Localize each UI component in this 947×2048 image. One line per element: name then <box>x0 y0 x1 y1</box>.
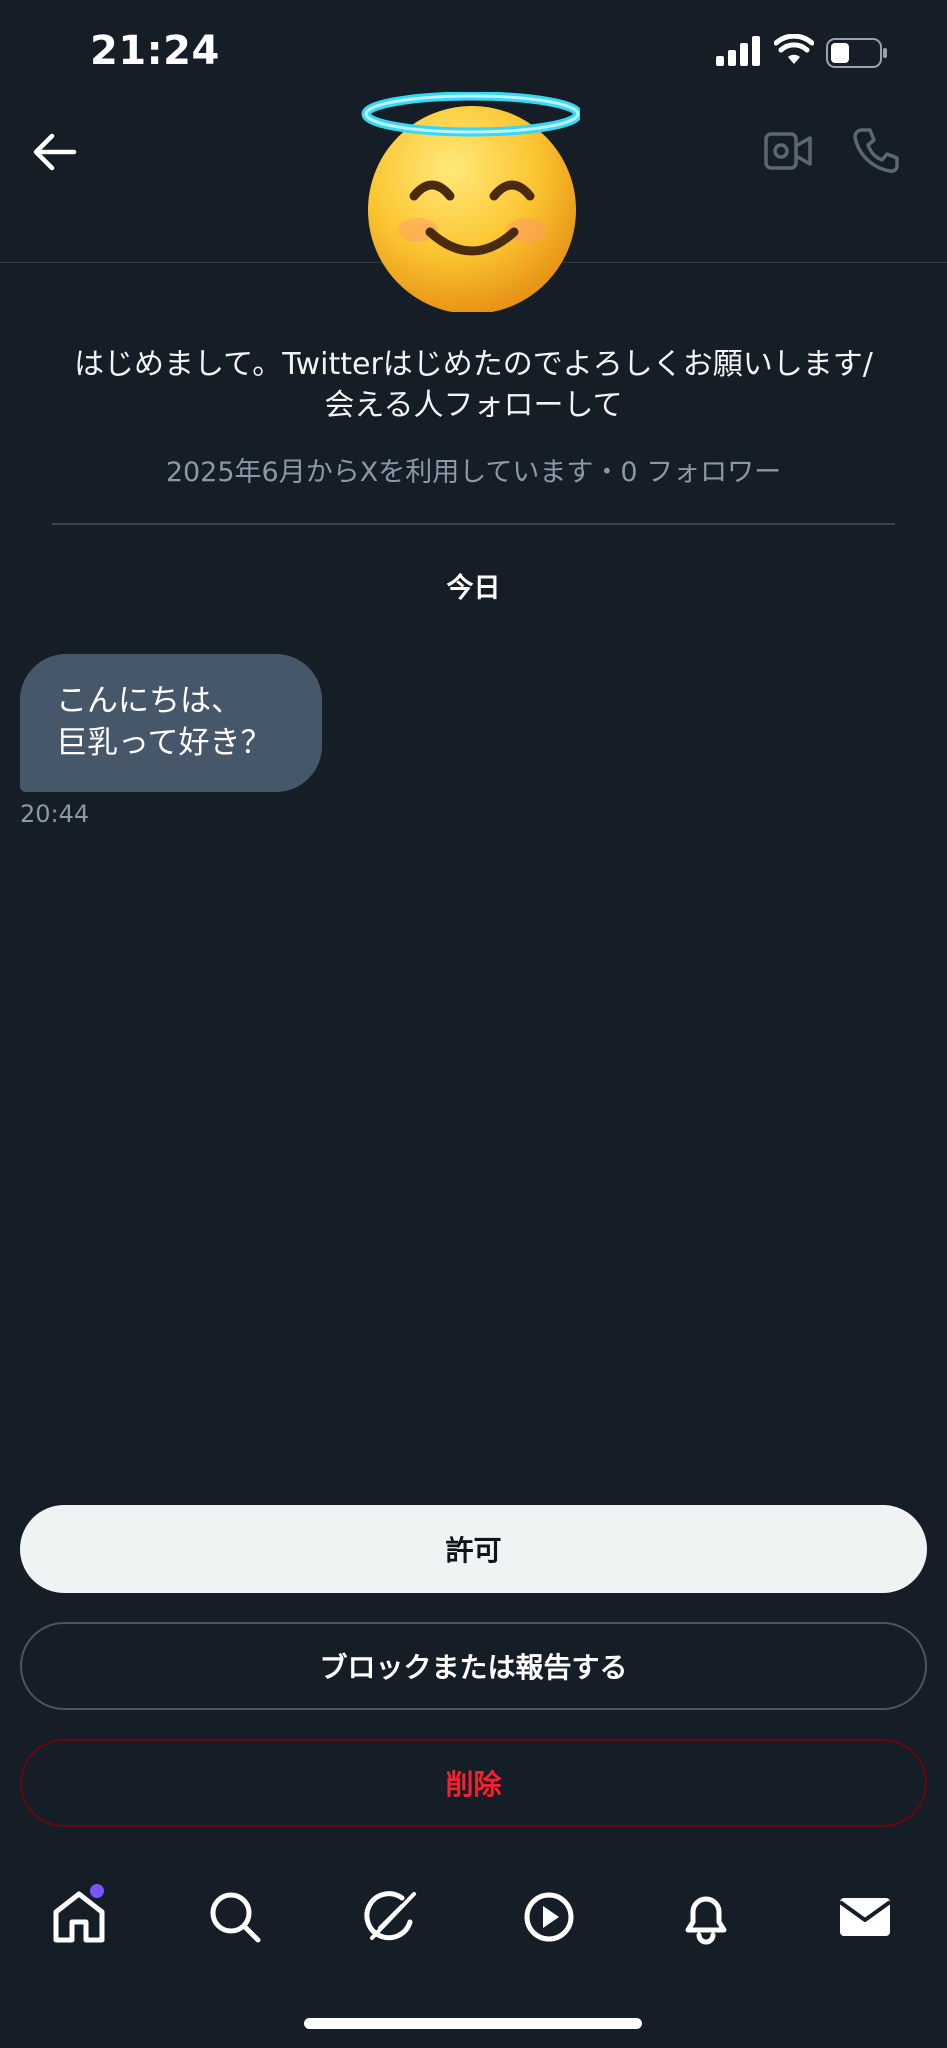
date-separator: 今日 <box>446 573 501 604</box>
delete-button[interactable]: 削除 <box>20 1739 927 1827</box>
messages-envelope-icon[interactable] <box>836 1888 894 1946</box>
avatar[interactable] <box>360 92 580 312</box>
phone-call-button[interactable] <box>852 126 900 174</box>
cellular-signal-icon <box>716 36 760 66</box>
block-or-report-button[interactable]: ブロックまたは報告する <box>20 1622 927 1710</box>
message-text: こんにちは、 巨乳って好き？ <box>56 683 272 761</box>
battery-icon <box>826 38 887 68</box>
home-indicator <box>304 2018 642 2029</box>
video-play-icon[interactable] <box>520 1888 578 1946</box>
notifications-bell-icon[interactable] <box>677 1888 735 1946</box>
wifi-icon <box>774 34 814 64</box>
status-time: 21:24 <box>90 28 220 74</box>
grok-icon[interactable] <box>362 1888 420 1946</box>
profile-divider <box>52 523 895 525</box>
message-bubble[interactable]: こんにちは、 巨乳って好き？ <box>20 654 322 792</box>
allow-button[interactable]: 許可 <box>20 1505 927 1593</box>
profile-joined-info: 2025年6月からXを利用しています・0 フォロワー <box>165 457 782 488</box>
search-icon[interactable] <box>206 1888 264 1946</box>
home-notification-dot <box>90 1884 104 1898</box>
profile-bio: はじめまして。Twitterはじめたのでよろしくお願いします/会える人フォローし… <box>74 347 873 423</box>
video-call-button[interactable] <box>764 128 812 174</box>
message-timestamp: 20:44 <box>20 800 90 828</box>
back-button[interactable] <box>28 128 80 176</box>
